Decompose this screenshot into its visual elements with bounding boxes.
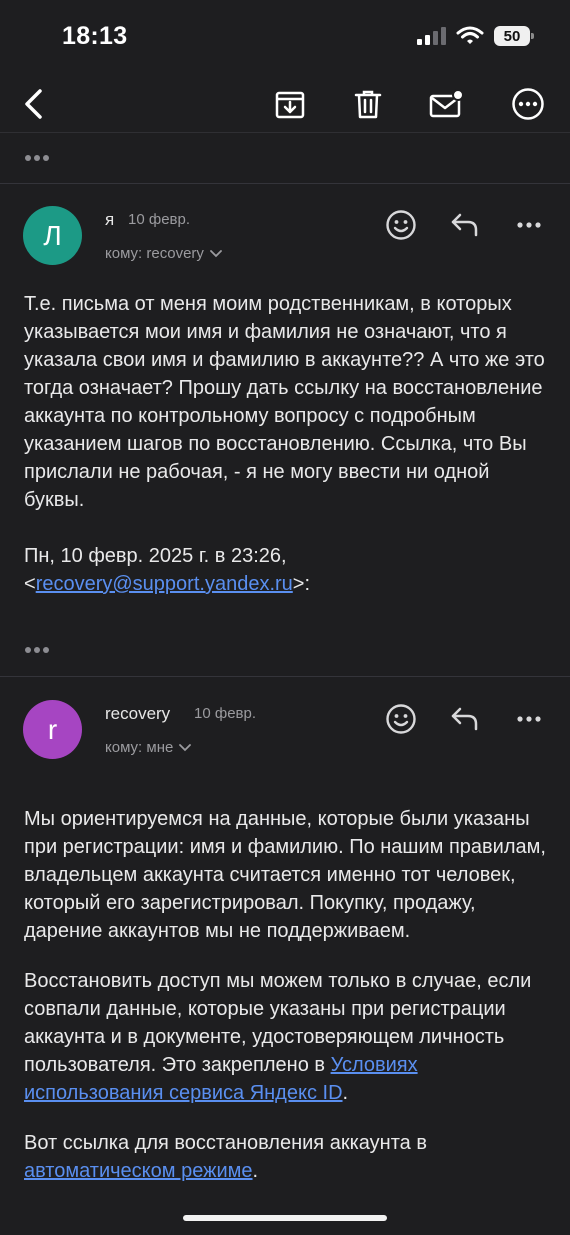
collapsed-messages-toggle[interactable]	[24, 148, 64, 168]
message-date: 10 февр.	[194, 705, 257, 722]
message-paragraph: Т.е. письма от меня моим родственникам, …	[24, 293, 545, 511]
smiley-icon	[386, 704, 416, 734]
message-body: Т.е. письма от меня моим родственникам, …	[24, 290, 554, 598]
quote-header: Пн, 10 февр. 2025 г. в 23:26, <recovery@s…	[24, 542, 554, 598]
reply-icon	[451, 707, 478, 731]
chevron-down-icon	[179, 744, 192, 752]
home-indicator[interactable]	[183, 1215, 387, 1221]
cellular-signal-icon	[417, 27, 446, 45]
show-quoted-toggle[interactable]	[24, 640, 64, 660]
back-button[interactable]	[12, 82, 56, 126]
battery-indicator: 50	[494, 26, 534, 46]
message-header[interactable]: r recovery 10 февр. кому: мне	[0, 684, 570, 774]
reply-button[interactable]	[445, 205, 485, 245]
message-body: Мы ориентируемся на данные, которые были…	[24, 805, 554, 1185]
sender-name: я	[105, 210, 115, 229]
more-circle-icon	[512, 88, 544, 120]
paragraph-text: Восстановить доступ мы можем только в сл…	[24, 970, 532, 1076]
quote-bracket-close: >:	[292, 573, 311, 595]
chevron-down-icon	[210, 250, 222, 258]
ellipsis-icon	[517, 716, 541, 722]
paragraph-text: .	[342, 1082, 349, 1104]
status-bar: 18:13 50	[0, 0, 570, 70]
recipient-toggle[interactable]: кому: recovery	[105, 245, 222, 262]
message-date: 10 февр.	[128, 211, 191, 228]
status-time: 18:13	[62, 22, 128, 50]
reply-icon	[451, 213, 478, 237]
ellipsis-icon	[25, 155, 49, 161]
separator	[0, 183, 570, 184]
avatar: r	[23, 700, 82, 759]
trash-icon	[354, 90, 382, 119]
reaction-button[interactable]	[381, 205, 421, 245]
avatar-letter: Л	[43, 219, 62, 251]
mail-unread-icon	[429, 89, 464, 118]
mail-toolbar	[0, 72, 570, 133]
recipient-label: кому: recovery	[105, 245, 204, 262]
quote-intro: Пн, 10 февр. 2025 г. в 23:26,	[24, 545, 287, 567]
reaction-button[interactable]	[381, 699, 421, 739]
sender-name: recovery	[105, 704, 171, 723]
wifi-icon	[456, 26, 484, 44]
ellipsis-icon	[25, 647, 49, 653]
message-more-button[interactable]	[509, 205, 549, 245]
avatar: Л	[23, 206, 82, 265]
message-paragraph: Мы ориентируемся на данные, которые были…	[24, 808, 546, 942]
quote-email-link[interactable]: recovery@support.yandex.ru	[36, 573, 293, 595]
message-header[interactable]: Л я 10 февр. кому: recovery	[0, 190, 570, 280]
recipient-toggle[interactable]: кому: мне	[105, 739, 192, 756]
auto-recovery-link[interactable]: автоматическом режиме	[24, 1160, 253, 1182]
avatar-letter: r	[47, 713, 58, 745]
delete-button[interactable]	[346, 82, 390, 126]
reply-button[interactable]	[445, 699, 485, 739]
archive-button[interactable]	[268, 82, 312, 126]
archive-download-icon	[275, 91, 305, 119]
recipient-label: кому: мне	[105, 739, 174, 756]
paragraph-text: .	[252, 1160, 259, 1182]
smiley-icon	[386, 210, 416, 240]
status-icons: 50	[416, 26, 534, 46]
more-options-button[interactable]	[506, 82, 550, 126]
paragraph-text: Вот ссылка для восстановления аккаунта в	[24, 1132, 427, 1154]
message-more-button[interactable]	[509, 699, 549, 739]
quote-bracket-open: <	[24, 573, 36, 595]
ellipsis-icon	[517, 222, 541, 228]
chevron-left-icon	[25, 89, 42, 119]
separator	[0, 676, 570, 677]
message-paragraph: Восстановить доступ мы можем только в сл…	[24, 967, 554, 1107]
battery-level: 50	[503, 27, 521, 45]
message-paragraph: Вот ссылка для восстановления аккаунта в…	[24, 1129, 554, 1185]
mark-unread-button[interactable]	[424, 82, 468, 126]
